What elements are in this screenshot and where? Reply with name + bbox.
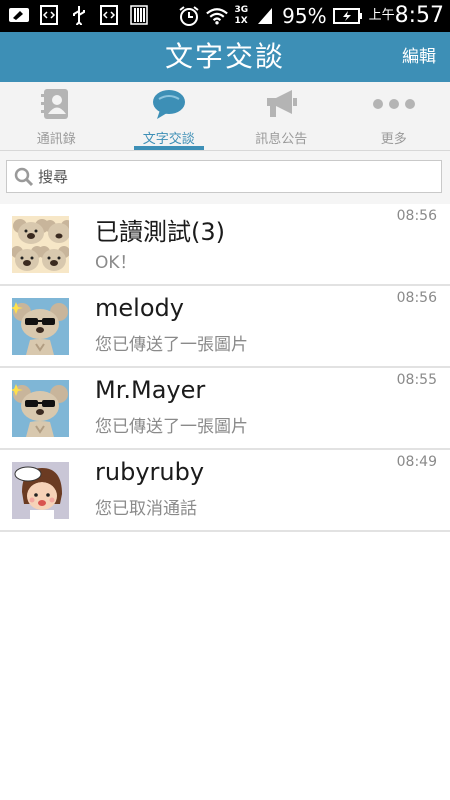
title-bar: 文字交談 編輯 — [0, 32, 450, 82]
chat-time: 08:56 — [396, 208, 437, 224]
chat-time: 08:56 — [396, 290, 437, 306]
group-koala-avatar — [12, 216, 69, 273]
tab-announcements[interactable]: 訊息公告 — [225, 82, 338, 150]
battery-charging-icon — [332, 6, 363, 26]
koala-sunglasses-avatar — [12, 298, 69, 355]
battery-percent: 95% — [282, 4, 327, 28]
tab-more[interactable]: 更多 — [338, 82, 450, 150]
alarm-icon — [178, 6, 200, 26]
chat-preview: OK！ — [95, 253, 137, 273]
megaphone-icon — [263, 88, 299, 120]
clock-time: 8:57 — [394, 3, 444, 28]
chat-row-rubyruby[interactable]: rubyruby 您已取消通話 08:49 — [0, 450, 450, 532]
chat-preview: 您已取消通話 — [95, 499, 197, 519]
more-dots-icon — [372, 88, 416, 120]
tab-more-label: 更多 — [380, 132, 407, 147]
tab-chat[interactable]: 文字交談 — [113, 82, 226, 150]
chat-name: Mr.Mayer — [95, 376, 206, 404]
tab-contacts-label: 通訊錄 — [36, 132, 76, 147]
chat-row-group[interactable]: 已讀測試(3) OK！ 08:56 — [0, 204, 450, 286]
chat-time: 08:55 — [396, 372, 437, 388]
active-tab-indicator — [133, 146, 204, 150]
chat-name: 已讀測試(3) — [95, 218, 225, 246]
wifi-icon — [206, 6, 229, 26]
signal-icon — [254, 6, 276, 26]
chat-row-melody[interactable]: melody 您已傳送了一張圖片 08:56 — [0, 286, 450, 368]
chat-preview: 您已傳送了一張圖片 — [95, 335, 248, 355]
tab-bar: 通訊錄 文字交談 訊息公告 更多 — [0, 82, 450, 151]
contacts-book-icon — [38, 88, 74, 120]
code-file-icon-2 — [98, 5, 120, 25]
barcode-icon — [128, 5, 150, 25]
search-input[interactable] — [38, 161, 433, 192]
chat-preview: 您已傳送了一張圖片 — [95, 417, 248, 437]
usb-icon — [68, 5, 90, 25]
clock-period: 上午 — [368, 8, 395, 23]
page-title: 文字交談 — [164, 40, 285, 73]
network-top-label: 3G — [234, 5, 249, 15]
signature-icon — [8, 5, 30, 25]
chat-list: 已讀測試(3) OK！ 08:56 melody 您已傳送了一張圖片 08:56 — [0, 204, 450, 532]
network-type: 3G 1X — [234, 5, 248, 27]
girl-sticker-avatar — [12, 462, 69, 519]
chat-time: 08:49 — [396, 454, 437, 470]
status-indicators: 3G 1X 95% 上午 8:57 — [178, 2, 444, 30]
tab-contacts[interactable]: 通訊錄 — [0, 82, 113, 150]
notification-icons — [8, 5, 150, 25]
chat-row-mrmayer[interactable]: Mr.Mayer 您已傳送了一張圖片 08:55 — [0, 368, 450, 450]
chat-name: melody — [95, 294, 184, 322]
chat-bubble-icon — [151, 88, 187, 120]
status-bar: 3G 1X 95% 上午 8:57 — [0, 0, 450, 32]
network-bottom-label: 1X — [234, 16, 248, 26]
code-file-icon — [38, 5, 60, 25]
search-icon — [14, 167, 34, 187]
search-box[interactable] — [6, 160, 442, 193]
koala-sunglasses-avatar — [12, 380, 69, 437]
chat-name: rubyruby — [95, 458, 205, 486]
search-area — [0, 151, 450, 204]
edit-button[interactable]: 編輯 — [402, 32, 436, 82]
tab-chat-label: 文字交談 — [142, 132, 195, 147]
tab-announcements-label: 訊息公告 — [255, 132, 308, 147]
